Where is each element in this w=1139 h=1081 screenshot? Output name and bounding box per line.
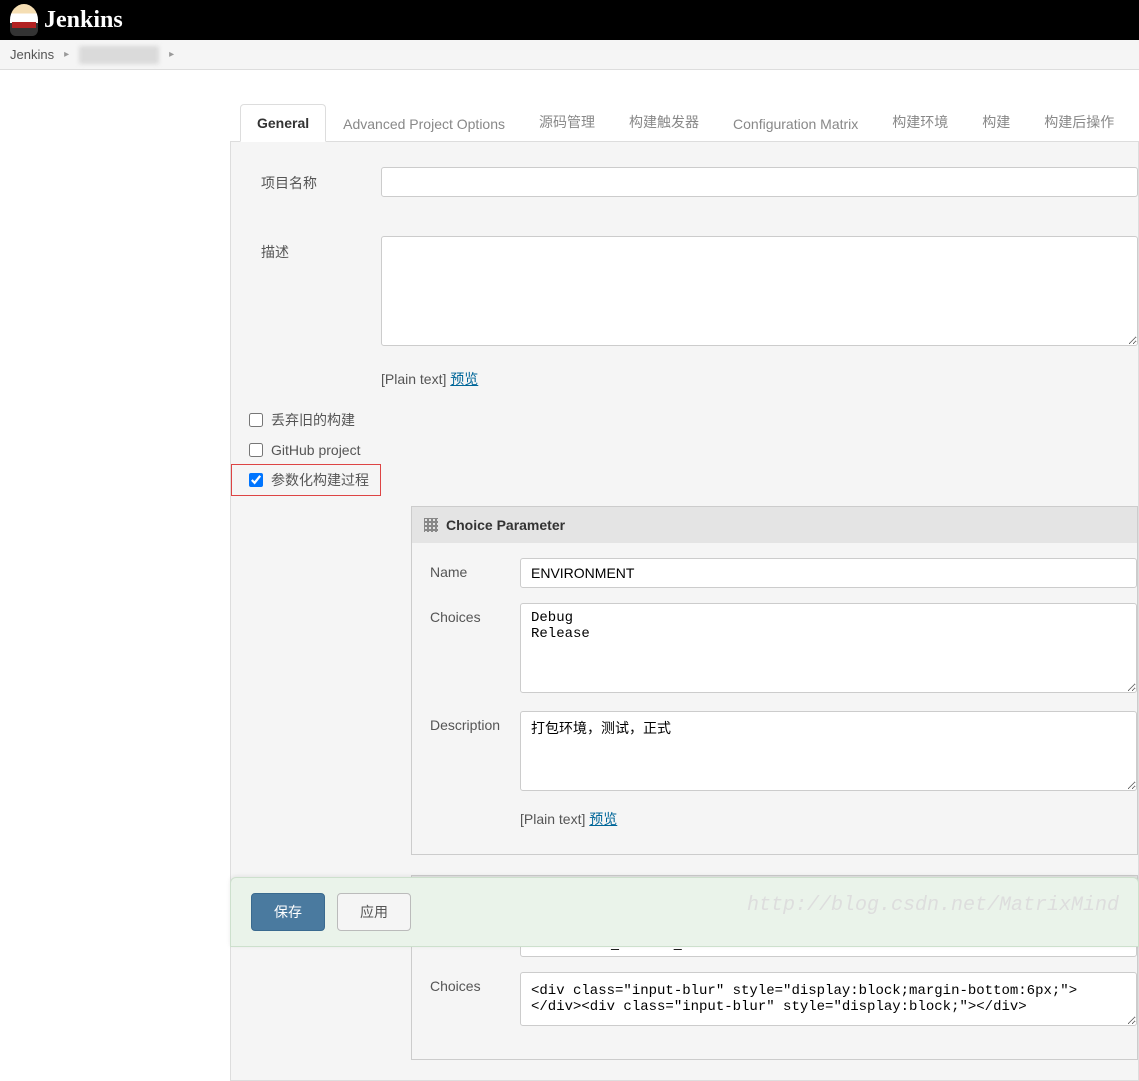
tab-build-triggers[interactable]: 构建触发器 <box>612 101 716 142</box>
param-choices-textarea[interactable]: <div class="input-blur" style="display:b… <box>520 972 1137 1026</box>
config-tabs: General Advanced Project Options 源码管理 构建… <box>230 100 1139 142</box>
tab-post-build[interactable]: 构建后操作 <box>1027 101 1131 142</box>
preview-link[interactable]: 预览 <box>589 811 617 827</box>
discard-old-label: 丢弃旧的构建 <box>271 410 355 430</box>
parameterized-label: 参数化构建过程 <box>271 470 369 490</box>
github-project-checkbox[interactable] <box>249 443 263 457</box>
param-choices-label: Choices <box>430 972 520 1029</box>
project-name-label: 项目名称 <box>261 167 381 216</box>
tab-build-environment[interactable]: 构建环境 <box>875 101 965 142</box>
header: Jenkins <box>0 0 1139 40</box>
logo-text: Jenkins <box>44 7 123 34</box>
param-name-input[interactable] <box>520 558 1137 588</box>
jenkins-logo-icon <box>10 4 38 36</box>
tab-build[interactable]: 构建 <box>965 101 1027 142</box>
drag-handle-icon[interactable] <box>424 518 438 532</box>
checkbox-github-project[interactable]: GitHub project <box>231 436 1138 464</box>
project-name-input[interactable] <box>381 167 1138 197</box>
preview-link[interactable]: 预览 <box>450 371 478 387</box>
discard-old-checkbox[interactable] <box>249 413 263 427</box>
parameter-block: Choice Parameter Name Choices <box>411 506 1138 855</box>
chevron-right-icon: ▸ <box>64 49 69 60</box>
tab-configuration-matrix[interactable]: Configuration Matrix <box>716 105 875 142</box>
description-help: [Plain text] 预览 <box>381 369 478 389</box>
param-description-help: [Plain text] 预览 <box>412 809 1137 839</box>
param-choices-label: Choices <box>430 603 520 696</box>
breadcrumb: Jenkins ▸ ▸ <box>0 40 1139 70</box>
parameter-header: Choice Parameter <box>412 507 1137 543</box>
checkbox-parameterized[interactable]: 参数化构建过程 <box>231 464 381 496</box>
param-description-label: Description <box>430 711 520 794</box>
chevron-right-icon: ▸ <box>169 49 174 60</box>
param-choices-textarea[interactable]: Debug Release <box>520 603 1137 693</box>
description-textarea[interactable] <box>381 236 1138 346</box>
tab-source-code[interactable]: 源码管理 <box>522 101 612 142</box>
github-project-label: GitHub project <box>271 442 360 458</box>
breadcrumb-root[interactable]: Jenkins <box>10 47 54 62</box>
param-name-label: Name <box>430 558 520 588</box>
parameter-type-label: Choice Parameter <box>446 517 565 533</box>
logo[interactable]: Jenkins <box>10 4 123 36</box>
bottom-action-bar: 保存 应用 <box>230 877 1139 947</box>
checkbox-discard-old[interactable]: 丢弃旧的构建 <box>231 404 1138 436</box>
save-button[interactable]: 保存 <box>251 893 325 931</box>
param-description-textarea[interactable]: 打包环境，测试，正式 <box>520 711 1137 791</box>
tab-general[interactable]: General <box>240 104 326 142</box>
parameterized-checkbox[interactable] <box>249 473 263 487</box>
left-sidebar <box>0 70 230 1081</box>
apply-button[interactable]: 应用 <box>337 893 411 931</box>
description-label: 描述 <box>261 236 381 349</box>
tab-advanced-project-options[interactable]: Advanced Project Options <box>326 105 522 142</box>
breadcrumb-item-redacted[interactable] <box>79 46 159 64</box>
parameters-panel: Choice Parameter Name Choices <box>411 506 1138 1060</box>
